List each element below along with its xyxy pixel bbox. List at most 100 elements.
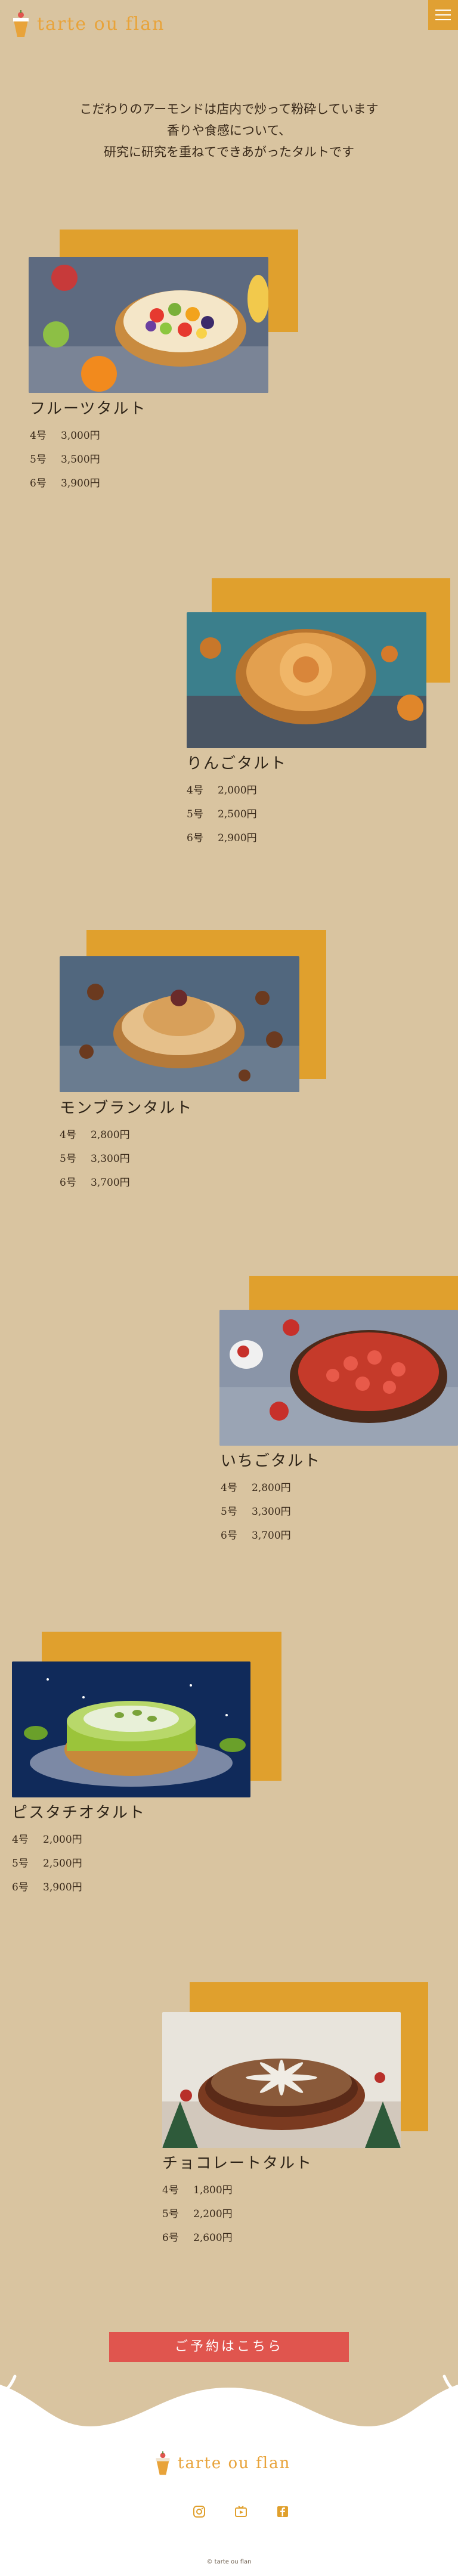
- price-row: 6号 3,700円: [60, 1171, 130, 1195]
- size-label: 6号: [187, 832, 203, 844]
- reservation-button[interactable]: ご予約はこちら: [109, 2332, 349, 2362]
- size-label: 6号: [30, 478, 47, 489]
- size-label: 5号: [187, 808, 203, 820]
- product-photo[interactable]: [60, 956, 299, 1092]
- size-label: 5号: [60, 1153, 76, 1165]
- price-row: 4号 2,800円: [221, 1476, 291, 1500]
- price-row: 4号 2,000円: [187, 779, 257, 802]
- price-row: 5号 2,500円: [187, 802, 257, 826]
- price-row: 5号 3,300円: [221, 1500, 291, 1524]
- price-row: 6号 3,900円: [12, 1876, 82, 1899]
- site-header: tarte ou flan: [0, 0, 458, 54]
- price-value: 1,800円: [193, 2184, 233, 2196]
- price-value: 2,200円: [193, 2208, 233, 2220]
- intro-text: こだわりのアーモンドは店内で炒って粉砕しています 香りや食感について、 研究に研…: [0, 98, 458, 163]
- size-label: 6号: [221, 1530, 237, 1542]
- price-row: 5号 2,500円: [12, 1852, 82, 1876]
- price-row: 6号 2,900円: [187, 826, 257, 850]
- price-row: 5号 3,300円: [60, 1147, 130, 1171]
- price-list: 4号 2,800円 5号 3,300円 6号 3,700円: [60, 1123, 130, 1195]
- product-name: チョコレートタルト: [162, 2155, 313, 2172]
- price-row: 5号 3,500円: [30, 448, 100, 472]
- price-list: 4号 2,000円 5号 2,500円 6号 2,900円: [187, 779, 257, 850]
- size-label: 6号: [12, 1881, 29, 1893]
- size-label: 4号: [187, 785, 203, 796]
- product-name: いちごタルト: [221, 1452, 321, 1470]
- product-montblanc-tart: モンブランタルト 4号 2,800円 5号 3,300円 6号 3,700円: [0, 930, 458, 1198]
- logo-cake-icon: [156, 2451, 170, 2475]
- product-photo[interactable]: [187, 612, 426, 748]
- facebook-icon[interactable]: [276, 2505, 289, 2518]
- price-value: 3,300円: [91, 1153, 130, 1165]
- price-row: 6号 3,700円: [221, 1524, 291, 1548]
- product-apple-tart: りんごタルト 4号 2,000円 5号 2,500円 6号 2,900円: [0, 578, 458, 847]
- price-value: 2,500円: [218, 808, 257, 820]
- price-value: 2,000円: [218, 785, 257, 796]
- site-footer: tarte ou flan © tarte ou flan: [0, 2373, 458, 2576]
- intro-line: 香りや食感について、: [166, 123, 292, 138]
- intro-line: こだわりのアーモンドは店内で炒って粉砕しています: [79, 102, 379, 116]
- price-value: 3,700円: [91, 1177, 130, 1189]
- price-value: 3,900円: [61, 478, 100, 489]
- price-list: 4号 3,000円 5号 3,500円 6号 3,900円: [30, 424, 100, 495]
- product-strawberry-tart: いちごタルト 4号 2,800円 5号 3,300円 6号 3,700円: [0, 1276, 458, 1544]
- product-name: モンブランタルト: [60, 1099, 193, 1117]
- price-value: 2,000円: [43, 1834, 82, 1846]
- price-value: 2,800円: [91, 1129, 130, 1141]
- footer-logo-text: tarte ou flan: [178, 2454, 291, 2472]
- size-label: 5号: [162, 2208, 179, 2220]
- price-row: 5号 2,200円: [162, 2202, 233, 2226]
- product-name: ピスタチオタルト: [12, 1804, 146, 1822]
- price-value: 2,900円: [218, 832, 257, 844]
- price-row: 4号 2,000円: [12, 1828, 82, 1852]
- size-label: 5号: [221, 1506, 237, 1518]
- hamburger-menu-icon-bar: [435, 10, 451, 11]
- price-row: 4号 2,800円: [60, 1123, 130, 1147]
- logo-cake-icon: [13, 10, 29, 37]
- price-value: 2,600円: [193, 2232, 233, 2244]
- product-name: フルーツタルト: [30, 400, 147, 418]
- size-label: 4号: [12, 1834, 29, 1846]
- hamburger-menu-icon-bar: [435, 19, 451, 20]
- product-pistachio-tart: ピスタチオタルト 4号 2,000円 5号 2,500円 6号 3,900円: [0, 1632, 458, 1900]
- price-row: 6号 2,600円: [162, 2226, 233, 2250]
- price-value: 2,500円: [43, 1858, 82, 1870]
- product-fruit-tart: フルーツタルト 4号 3,000円 5号 3,500円 6号 3,900円: [0, 230, 458, 498]
- hamburger-menu-button[interactable]: [428, 0, 458, 30]
- price-value: 2,800円: [252, 1482, 291, 1494]
- price-value: 3,900円: [43, 1881, 82, 1893]
- site-logo[interactable]: tarte ou flan: [11, 10, 165, 38]
- size-label: 4号: [30, 430, 47, 442]
- logo-text: tarte ou flan: [37, 13, 165, 35]
- tv-icon[interactable]: [234, 2505, 247, 2518]
- price-value: 3,700円: [252, 1530, 291, 1542]
- price-row: 4号 3,000円: [30, 424, 100, 448]
- price-row: 6号 3,900円: [30, 472, 100, 495]
- intro-line: 研究に研究を重ねてできあがったタルトです: [104, 145, 354, 159]
- size-label: 4号: [60, 1129, 76, 1141]
- product-name: りんごタルト: [187, 755, 287, 773]
- product-photo[interactable]: [162, 2012, 401, 2148]
- size-label: 5号: [12, 1858, 29, 1870]
- footer-logo[interactable]: tarte ou flan: [154, 2450, 290, 2476]
- size-label: 4号: [221, 1482, 237, 1494]
- size-label: 5号: [30, 454, 47, 466]
- price-list: 4号 1,800円 5号 2,200円 6号 2,600円: [162, 2178, 233, 2250]
- price-value: 3,300円: [252, 1506, 291, 1518]
- product-photo[interactable]: [12, 1661, 250, 1797]
- price-list: 4号 2,800円 5号 3,300円 6号 3,700円: [221, 1476, 291, 1548]
- copyright: © tarte ou flan: [206, 2559, 252, 2565]
- size-label: 6号: [162, 2232, 179, 2244]
- size-label: 6号: [60, 1177, 76, 1189]
- hamburger-menu-icon-bar: [435, 14, 451, 16]
- product-photo[interactable]: [219, 1310, 458, 1446]
- price-list: 4号 2,000円 5号 2,500円 6号 3,900円: [12, 1828, 82, 1899]
- product-chocolate-tart: チョコレートタルト 4号 1,800円 5号 2,200円 6号 2,600円: [0, 1982, 458, 2250]
- social-links: [193, 2505, 289, 2518]
- price-row: 4号 1,800円: [162, 2178, 233, 2202]
- instagram-icon[interactable]: [193, 2505, 206, 2518]
- price-value: 3,000円: [61, 430, 100, 442]
- product-photo[interactable]: [29, 257, 268, 393]
- size-label: 4号: [162, 2184, 179, 2196]
- price-value: 3,500円: [61, 454, 100, 466]
